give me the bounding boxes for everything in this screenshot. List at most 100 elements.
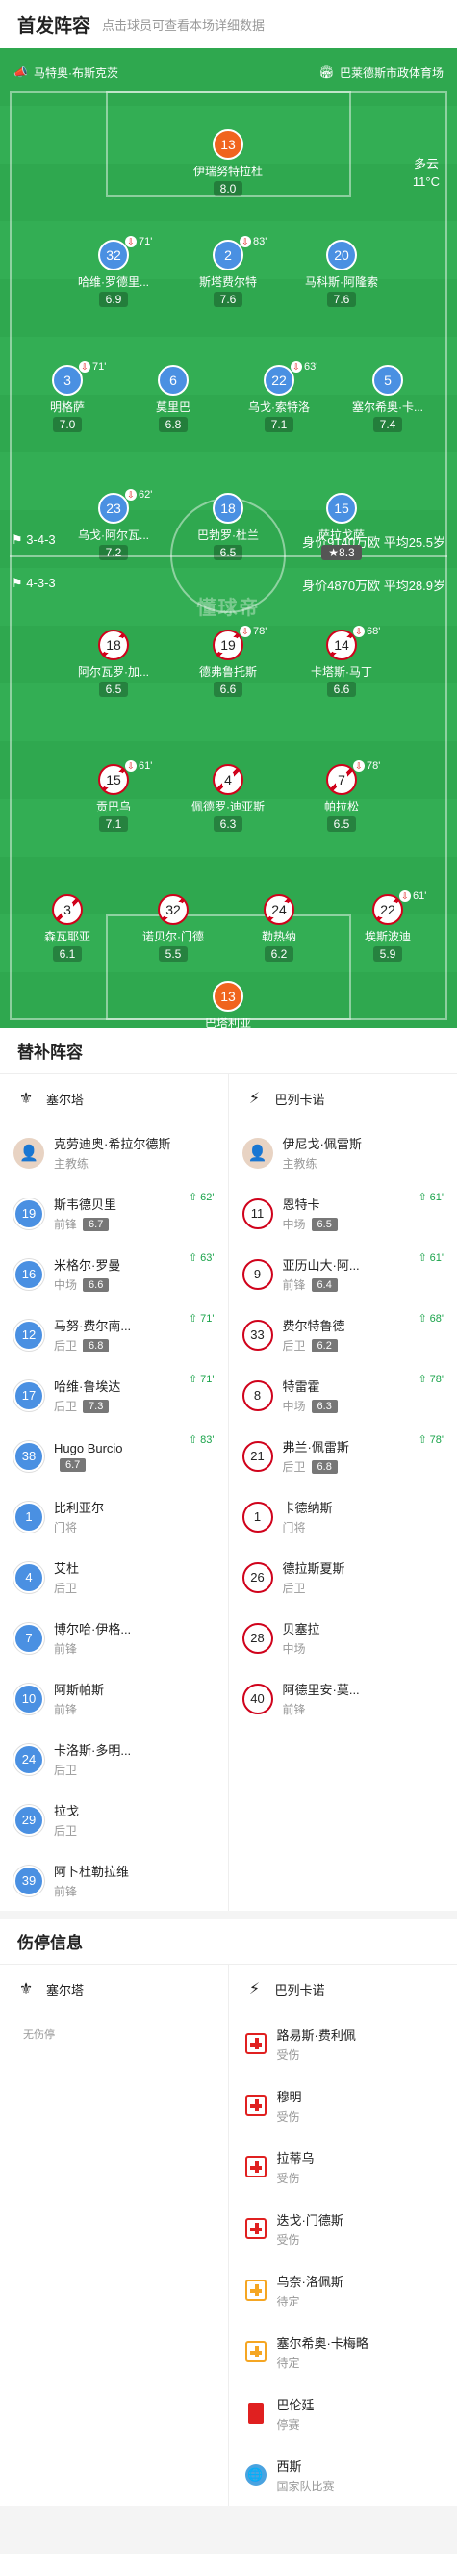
injury-row[interactable]: 拉蒂乌 受伤 <box>237 2136 450 2198</box>
sub-player-row[interactable]: 11 恩特卡 中场 6.5 ⇧ 61' <box>237 1183 450 1244</box>
sub-name: 米格尔·罗曼 <box>54 1258 121 1273</box>
sub-rating: 6.5 <box>311 1217 338 1231</box>
player-marker[interactable]: 3 森瓦耶亚 6.1 <box>21 894 114 963</box>
player-marker[interactable]: 7 ⇩ 78' 帕拉松 6.5 <box>295 760 388 833</box>
sub-in-icon: ⇧ <box>188 1374 198 1385</box>
rayo-crest-icon: ⚡ <box>248 1091 261 1107</box>
injury-row[interactable]: 🌐 西斯 国家队比赛 <box>237 2444 450 2506</box>
home-coach[interactable]: 👤 克劳迪奥·希拉尔德斯 主教练 <box>8 1122 220 1183</box>
player-marker[interactable]: 23 ⇩ 62' 乌戈·阿尔瓦... 7.2 <box>67 489 160 561</box>
sub-player-row[interactable]: 24 卡洛斯·多明... 后卫 <box>8 1729 220 1790</box>
sub-in-minute: ⇧ 63' <box>188 1251 215 1265</box>
sub-player-row[interactable]: 40 阿德里安·莫... 前锋 <box>237 1668 450 1729</box>
home-team-row[interactable]: ⚜ 塞尔塔 <box>8 1074 220 1122</box>
sub-position: 中场 <box>54 1278 78 1292</box>
player-marker[interactable]: 32 ⇩ 71' 哈维·罗德里... 6.9 <box>67 236 160 308</box>
sub-player-row[interactable]: 10 阿斯帕斯 前锋 <box>8 1668 220 1729</box>
sub-player-row[interactable]: 26 德拉斯夏斯 后卫 <box>237 1547 450 1608</box>
sub-in-icon: ⇧ <box>188 1434 198 1446</box>
player-marker[interactable]: 24 勒热纳 6.2 <box>233 894 325 963</box>
player-marker[interactable]: 22 ⇩ 61' 埃斯波迪 5.9 <box>342 890 434 963</box>
injury-row[interactable]: 巴伦廷 停赛 <box>237 2383 450 2444</box>
sub-position: 后卫 <box>54 1824 78 1838</box>
home-avg-age: 平均25.5岁 <box>383 535 445 550</box>
player-marker[interactable]: 20 马科斯·阿隆索 7.6 <box>295 240 388 308</box>
sub-player-row[interactable]: 1 比利亚尔 门将 <box>8 1486 220 1547</box>
sub-position: 前锋 <box>282 1278 306 1292</box>
away-coach[interactable]: 👤 伊尼戈·佩雷斯 主教练 <box>237 1122 450 1183</box>
home-team-row[interactable]: ⚜ 塞尔塔 <box>8 1965 220 2013</box>
injured-player-name: 路易斯·费利佩 <box>276 2027 356 2043</box>
player-name: 佩德罗·迪亚斯 <box>191 800 265 813</box>
player-name: 阿尔瓦罗·加... <box>78 665 149 679</box>
player-marker[interactable]: 13 伊瑞努特拉杜 8.0 <box>182 129 274 197</box>
player-name: 埃斯波迪 <box>364 930 411 943</box>
lineup-header: 首发阵容 点击球员可查看本场详细数据 <box>0 0 457 48</box>
player-marker[interactable]: 2 ⇩ 83' 斯塔费尔特 7.6 <box>182 236 274 308</box>
away-team-row[interactable]: ⚡ 巴列卡诺 <box>237 1965 450 2013</box>
sub-player-row[interactable]: 17 哈维·鲁埃达 后卫 7.3 ⇧ 71' <box>8 1365 220 1426</box>
injury-row[interactable]: 乌奈·洛佩斯 待定 <box>237 2259 450 2321</box>
player-marker[interactable]: 6 莫里巴 6.8 <box>127 365 219 433</box>
sub-out-icon: ⇩ <box>353 760 365 772</box>
sub-player-row[interactable]: 29 拉戈 后卫 <box>8 1790 220 1850</box>
player-marker[interactable]: 18 阿尔瓦罗·加... 6.5 <box>67 630 160 698</box>
celta-crest-icon: ⚜ <box>18 1981 34 1997</box>
player-rating: 6.1 <box>52 946 83 962</box>
sub-position: 后卫 <box>54 1582 78 1595</box>
player-name: 哈维·罗德里... <box>78 275 149 289</box>
sub-player-row[interactable]: 12 马努·费尔南... 后卫 6.8 ⇧ 71' <box>8 1304 220 1365</box>
player-marker[interactable]: 4 佩德罗·迪亚斯 6.3 <box>182 764 274 833</box>
doubtful-icon <box>244 2341 267 2362</box>
player-marker[interactable]: 5 塞尔希奥·卡... 7.4 <box>342 365 434 433</box>
home-injury-column: ⚜ 塞尔塔 无伤停 <box>0 1965 229 2506</box>
sub-player-row[interactable]: 38 Hugo Burcio 6.7 ⇧ 83' <box>8 1426 220 1486</box>
away-team-row[interactable]: ⚡ 巴列卡诺 <box>237 1074 450 1122</box>
player-rating: 7.2 <box>98 545 129 560</box>
player-marker[interactable]: 19 ⇩ 78' 德弗鲁托斯 6.6 <box>182 626 274 698</box>
sub-player-row[interactable]: 8 特雷霍 中场 6.3 ⇧ 78' <box>237 1365 450 1426</box>
sub-player-row[interactable]: 33 费尔特鲁德 后卫 6.2 ⇧ 68' <box>237 1304 450 1365</box>
player-rating: 6.8 <box>158 417 189 432</box>
injury-row[interactable]: 穆明 受伤 <box>237 2074 450 2136</box>
player-rating: 6.3 <box>213 816 243 832</box>
player-marker[interactable]: 15 ⇩ 61' 贡巴乌 7.1 <box>67 760 160 833</box>
sub-player-row[interactable]: 9 亚历山大·阿... 前锋 6.4 ⇧ 61' <box>237 1244 450 1304</box>
player-marker[interactable]: 13巴塔利亚6.5 <box>182 981 274 1028</box>
player-marker[interactable]: 18 巴勃罗·杜兰 6.5 <box>182 493 274 561</box>
sub-number: 17 <box>13 1379 44 1411</box>
sub-player-row[interactable]: 4 艾杜 后卫 <box>8 1547 220 1608</box>
injury-icon <box>244 2156 267 2177</box>
injury-row[interactable]: 路易斯·费利佩 受伤 <box>237 2013 450 2074</box>
sub-rating: 6.2 <box>311 1338 338 1352</box>
sub-player-row[interactable]: 39 阿卜杜勒拉维 前锋 <box>8 1850 220 1911</box>
sub-name: 贝塞拉 <box>282 1622 320 1636</box>
player-marker[interactable]: 15 萨拉戈萨 ★8.3 <box>295 493 388 561</box>
sub-player-row[interactable]: 16 米格尔·罗曼 中场 6.6 ⇧ 63' <box>8 1244 220 1304</box>
sub-player-row[interactable]: 21 弗兰·佩雷斯 后卫 6.8 ⇧ 78' <box>237 1426 450 1486</box>
stadium-label: 🏟 巴莱德斯市政体育场 <box>318 65 444 80</box>
injury-row[interactable]: 迭戈·门德斯 受伤 <box>237 2198 450 2259</box>
player-marker[interactable]: 32 诺贝尔·门德 5.5 <box>127 894 219 963</box>
injury-row[interactable]: 塞尔希奥·卡梅略 待定 <box>237 2321 450 2383</box>
sub-player-row[interactable]: 28 贝塞拉 中场 <box>237 1608 450 1668</box>
sub-player-row[interactable]: 19 斯韦德贝里 前锋 6.7 ⇧ 62' <box>8 1183 220 1244</box>
jersey-number: 3 <box>52 894 83 925</box>
player-marker[interactable]: 14 ⇩ 68' 卡塔斯·马丁 6.6 <box>295 626 388 698</box>
sub-rating: 7.3 <box>83 1399 110 1413</box>
sub-in-minute: ⇧ 83' <box>188 1433 215 1447</box>
subs-section: ⚜ 塞尔塔 👤 克劳迪奥·希拉尔德斯 主教练 19 斯韦德贝里 前锋 6.7 ⇧ 62' 16 米… <box>0 1074 457 1911</box>
sub-player-row[interactable]: 7 博尔哈·伊格... 前锋 <box>8 1608 220 1668</box>
sub-number: 24 <box>13 1743 44 1775</box>
player-marker[interactable]: 3 ⇩ 71' 明格萨 7.0 <box>21 361 114 433</box>
player-marker[interactable]: 22 ⇩ 63' 乌戈·索特洛 7.1 <box>233 361 325 433</box>
jersey-number: 18 <box>213 493 243 524</box>
sub-in-minute: ⇧ 62' <box>188 1191 215 1204</box>
player-name: 明格萨 <box>49 400 85 414</box>
sub-position: 前锋 <box>54 1642 78 1656</box>
sub-position: 后卫 <box>54 1764 78 1777</box>
sub-in-icon: ⇧ <box>418 1434 427 1446</box>
player-rating: 6.6 <box>213 682 243 697</box>
away-subs-column: ⚡ 巴列卡诺 👤 伊尼戈·佩雷斯 主教练 11 恩特卡 中场 6.5 ⇧ 61' 9 亚历山大·阿… <box>229 1074 457 1911</box>
sub-player-row[interactable]: 1 卡德纳斯 门将 <box>237 1486 450 1547</box>
